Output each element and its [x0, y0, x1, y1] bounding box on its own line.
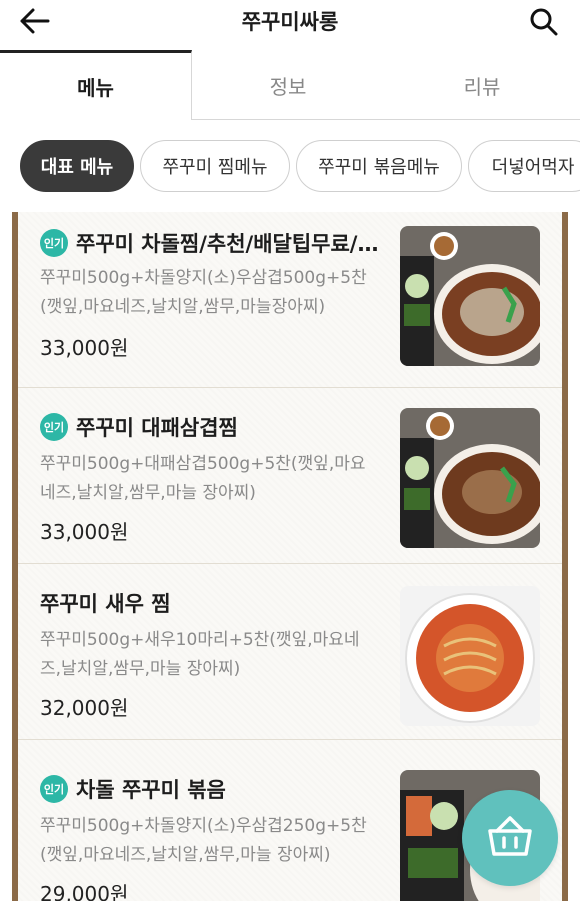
menu-item-photo: [400, 226, 540, 366]
tab-info[interactable]: 정보: [192, 50, 384, 120]
chip-steamed-menu[interactable]: 쭈꾸미 찜메뉴: [140, 140, 290, 192]
menu-item-name: 쭈꾸미 새우 찜: [40, 592, 171, 616]
menu-item-description: 쭈꾸미500g+대패삼겹500g+5찬(깻잎,마요네즈,날치알,쌈무,마늘 장아…: [40, 454, 366, 503]
app-header: 쭈꾸미싸롱: [0, 0, 580, 44]
tab-bar: 메뉴 정보 리뷰: [0, 50, 580, 120]
cart-button[interactable]: [462, 790, 558, 886]
cart-basket-icon: [487, 815, 533, 861]
menu-item-title-row: 인기 쭈꾸미 대패삼겹찜: [40, 412, 238, 442]
menu-item-price: 32,000원: [40, 696, 129, 720]
menu-item[interactable]: 인기 쭈꾸미 대패삼겹찜 쭈꾸미500g+대패삼겹500g+5찬(깻잎,마요네즈…: [18, 388, 562, 564]
menu-item-name: 차돌 쭈꾸미 볶음: [76, 778, 226, 802]
store-title: 쭈꾸미싸롱: [241, 10, 339, 34]
menu-item-price: 33,000원: [40, 336, 129, 360]
menu-list: 인기 쭈꾸미 차돌찜/추천/배달팁무료/… 쭈꾸미500g+차돌양지(소)우삼겹…: [18, 212, 562, 901]
tab-reviews[interactable]: 리뷰: [384, 50, 580, 120]
menu-item-title-row: 인기 차돌 쭈꾸미 볶음: [40, 774, 226, 804]
menu-item-photo: [400, 586, 540, 726]
popular-badge: 인기: [40, 229, 68, 257]
menu-item-description: 쭈꾸미500g+새우10마리+5찬(깻잎,마요네즈,날치알,쌈무,마늘 장아찌): [40, 630, 360, 679]
menu-item[interactable]: 쭈꾸미 새우 찜 쭈꾸미500g+새우10마리+5찬(깻잎,마요네즈,날치알,쌈…: [18, 564, 562, 740]
search-icon[interactable]: [528, 6, 560, 36]
menu-item-description: 쭈꾸미500g+차돌양지(소)우삼겹250g+5찬(깻잎,마요네즈,날치알,쌈무…: [40, 816, 367, 865]
menu-item-photo: [400, 408, 540, 548]
chip-extras[interactable]: 더넣어먹자: [468, 140, 580, 192]
category-chips: 대표 메뉴 쭈꾸미 찜메뉴 쭈꾸미 볶음메뉴 더넣어먹자: [0, 120, 580, 212]
menu-item-name: 쭈꾸미 대패삼겹찜: [76, 416, 238, 440]
menu-item-name: 쭈꾸미 차돌찜/추천/배달팁무료/…: [76, 232, 379, 256]
popular-badge: 인기: [40, 775, 68, 803]
menu-item-title-row: 인기 쭈꾸미 차돌찜/추천/배달팁무료/…: [40, 228, 378, 258]
chip-signature-menu[interactable]: 대표 메뉴: [20, 140, 134, 192]
tab-menu[interactable]: 메뉴: [0, 50, 192, 120]
chip-stir-fry-menu[interactable]: 쭈꾸미 볶음메뉴: [296, 140, 462, 192]
menu-item-description: 쭈꾸미500g+차돌양지(소)우삼겹500g+5찬(깻잎,마요네즈,날치알,쌈무…: [40, 268, 367, 317]
menu-item-price: 29,000원: [40, 882, 129, 901]
menu-item-title-row: 쭈꾸미 새우 찜: [40, 588, 171, 618]
popular-badge: 인기: [40, 413, 68, 441]
menu-item[interactable]: 인기 쭈꾸미 차돌찜/추천/배달팁무료/… 쭈꾸미500g+차돌양지(소)우삼겹…: [18, 212, 562, 388]
menu-item-price: 33,000원: [40, 520, 129, 544]
